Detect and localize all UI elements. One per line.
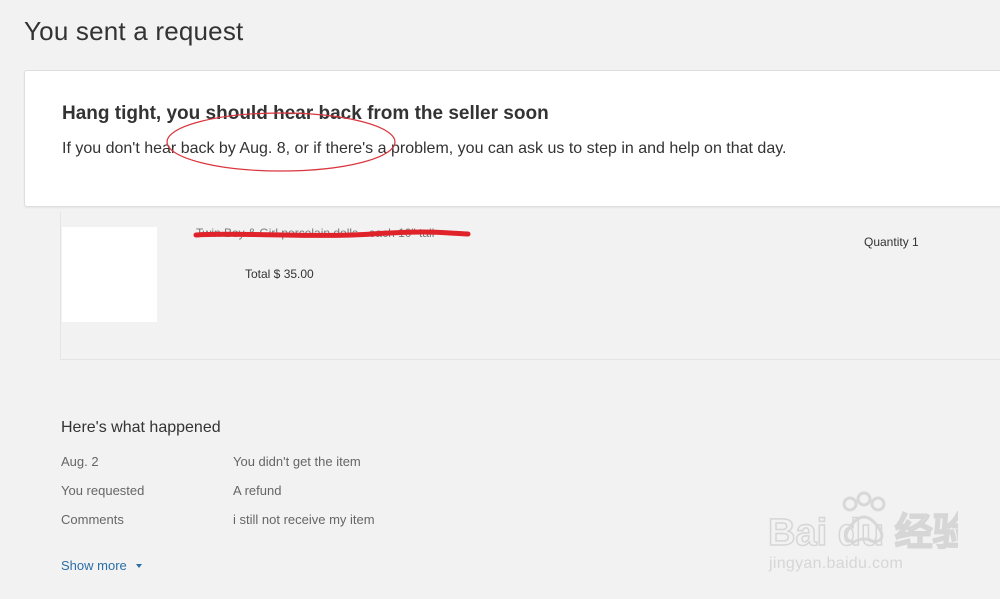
watermark-brand: Bai du 经验 — [768, 512, 958, 554]
page-title: You sent a request — [24, 16, 244, 46]
notice-card: Hang tight, you should hear back from th… — [24, 70, 1000, 207]
caret-down-icon[interactable] — [135, 564, 142, 568]
item-quantity: Quantity 1 — [864, 235, 919, 249]
history-row-value: A refund — [233, 483, 282, 498]
history-heading: Here's what happened — [61, 419, 221, 436]
item-total: Total $ 35.00 — [245, 267, 314, 281]
watermark-url: jingyan.baidu.com — [769, 555, 904, 572]
history-row-value: i still not receive my item — [233, 512, 375, 527]
notice-heading: Hang tight, you should hear back from th… — [62, 103, 549, 124]
notice-body: If you don't hear back by Aug. 8, or if … — [62, 140, 787, 157]
history-row-label: Aug. 2 — [61, 454, 99, 469]
history-row-value: You didn't get the item — [233, 454, 361, 469]
history-row-label: Comments — [61, 512, 124, 527]
history-row-label: You requested — [61, 483, 145, 498]
item-thumbnail[interactable] — [62, 227, 157, 322]
show-more-link[interactable]: Show more — [61, 558, 142, 573]
show-more-label[interactable]: Show more — [61, 558, 127, 573]
item-title-link[interactable]: Twin Boy & Girl porcelain dolls - each 1… — [196, 226, 434, 240]
